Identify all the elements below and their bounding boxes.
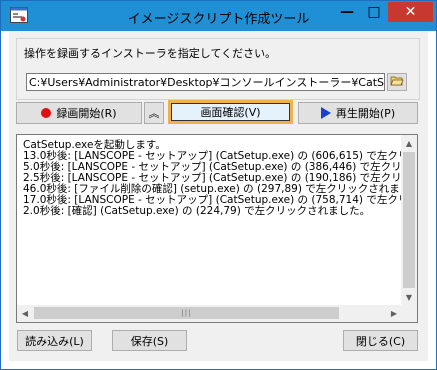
close-window-button[interactable]: ✕ xyxy=(388,2,433,22)
installer-path-field[interactable]: C:¥Users¥Administrator¥Desktop¥コンソールインスト… xyxy=(26,73,385,91)
scroll-left-arrow-icon[interactable]: ◀ xyxy=(17,305,33,321)
source-group: 操作を録画するインストーラを指定してください。 C:¥Users¥Adminis… xyxy=(16,38,420,100)
screen-confirm-inner: 画面確認(V) xyxy=(171,103,290,121)
screen-confirm-button[interactable]: 画面確認(V) xyxy=(168,100,293,124)
log-lines: CatSetup.exeを起動します。 13.0秒後: [LANSCOPE - … xyxy=(17,135,402,305)
screen-confirm-label: 画面確認(V) xyxy=(200,106,261,119)
scroll-down-arrow-icon[interactable]: ▼ xyxy=(401,289,417,305)
close-button[interactable]: 閉じる(C) xyxy=(343,330,418,351)
save-button[interactable]: 保存(S) xyxy=(112,330,187,351)
title-bar[interactable]: イメージスクリプト作成ツール — □ ✕ xyxy=(1,1,436,31)
playback-start-button[interactable]: 再生開始(P) xyxy=(298,102,418,124)
load-label: 読み込み(L) xyxy=(25,334,84,348)
horizontal-scroll-thumb[interactable]: ||| xyxy=(34,307,339,319)
collapse-up-button[interactable]: ︽ xyxy=(144,102,164,124)
record-dot-icon xyxy=(41,108,52,118)
playback-start-label: 再生開始(P) xyxy=(335,107,396,120)
record-start-label: 録画開始(R) xyxy=(56,107,117,120)
vertical-scroll-thumb[interactable] xyxy=(403,152,415,288)
load-button[interactable]: 読み込み(L) xyxy=(17,330,92,351)
log-line: 2.0秒後: [確認] (CatSetup.exe) の (224,79) で左… xyxy=(23,205,371,217)
close-label: 閉じる(C) xyxy=(355,334,406,348)
main-window: イメージスクリプト作成ツール — □ ✕ 操作を録画するインストーラを指定してく… xyxy=(0,0,437,370)
scrollbar-corner xyxy=(401,305,417,322)
save-label: 保存(S) xyxy=(130,334,169,348)
scroll-up-arrow-icon[interactable]: ▲ xyxy=(401,135,417,151)
client-area: 操作を録画するインストーラを指定してください。 C:¥Users¥Adminis… xyxy=(9,31,428,361)
folder-open-icon xyxy=(390,75,404,90)
double-chevron-up-icon: ︽ xyxy=(148,107,160,120)
vertical-scrollbar[interactable]: ▲ ▼ xyxy=(401,135,417,305)
minimize-button[interactable]: — xyxy=(334,2,360,22)
operation-log[interactable]: CatSetup.exeを起動します。 13.0秒後: [LANSCOPE - … xyxy=(16,134,418,323)
maximize-button[interactable]: □ xyxy=(361,2,387,22)
horizontal-scrollbar[interactable]: ◀ ||| ▶ xyxy=(17,305,402,322)
record-start-button[interactable]: 録画開始(R) xyxy=(16,102,142,124)
scroll-right-arrow-icon[interactable]: ▶ xyxy=(386,305,402,321)
source-prompt: 操作を録画するインストーラを指定してください。 xyxy=(24,47,277,60)
play-triangle-icon xyxy=(320,107,331,119)
browse-button[interactable] xyxy=(387,73,407,91)
